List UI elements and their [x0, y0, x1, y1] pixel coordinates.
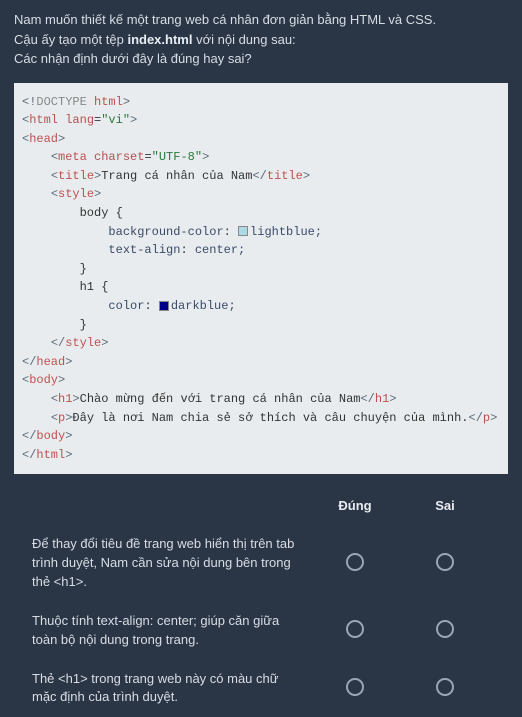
radio-true[interactable] [346, 620, 364, 638]
cell-false [400, 620, 490, 641]
radio-false[interactable] [436, 678, 454, 696]
quiz-row: Thẻ <h1> trong trang web này có màu chữ … [32, 660, 490, 717]
color-swatch-lightblue [238, 226, 248, 236]
statement-text: Thẻ <h1> trong trang web này có màu chữ … [32, 670, 310, 708]
cell-true [310, 678, 400, 699]
intro-line1: Nam muốn thiết kế một trang web cá nhân … [14, 12, 436, 27]
intro-line2a: Cậu ấy tạo một tệp [14, 32, 127, 47]
radio-true[interactable] [346, 678, 364, 696]
statement-text: Thuộc tính text-align: center; giúp căn … [32, 612, 310, 650]
intro-line2b: với nội dung sau: [192, 32, 295, 47]
cell-false [400, 553, 490, 574]
radio-true[interactable] [346, 553, 364, 571]
intro-line3: Các nhận định dưới đây là đúng hay sai? [14, 51, 252, 66]
question-content: Nam muốn thiết kế một trang web cá nhân … [0, 0, 522, 717]
column-header-true: Đúng [310, 498, 400, 513]
cell-true [310, 620, 400, 641]
radio-false[interactable] [436, 620, 454, 638]
color-swatch-darkblue [159, 301, 169, 311]
cell-false [400, 678, 490, 699]
quiz-row: Thuộc tính text-align: center; giúp căn … [32, 602, 490, 660]
quiz-header-spacer [32, 498, 310, 513]
radio-false[interactable] [436, 553, 454, 571]
code-block: <!DOCTYPE html> <html lang="vi"> <head> … [14, 83, 508, 475]
quiz-row: Để thay đổi tiêu đề trang web hiển thị t… [32, 525, 490, 602]
statement-text: Để thay đổi tiêu đề trang web hiển thị t… [32, 535, 310, 592]
quiz-table: Đúng Sai Để thay đổi tiêu đề trang web h… [14, 498, 508, 717]
filename: index.html [127, 32, 192, 47]
quiz-header-row: Đúng Sai [32, 498, 490, 513]
cell-true [310, 553, 400, 574]
column-header-false: Sai [400, 498, 490, 513]
question-intro: Nam muốn thiết kế một trang web cá nhân … [14, 10, 508, 69]
